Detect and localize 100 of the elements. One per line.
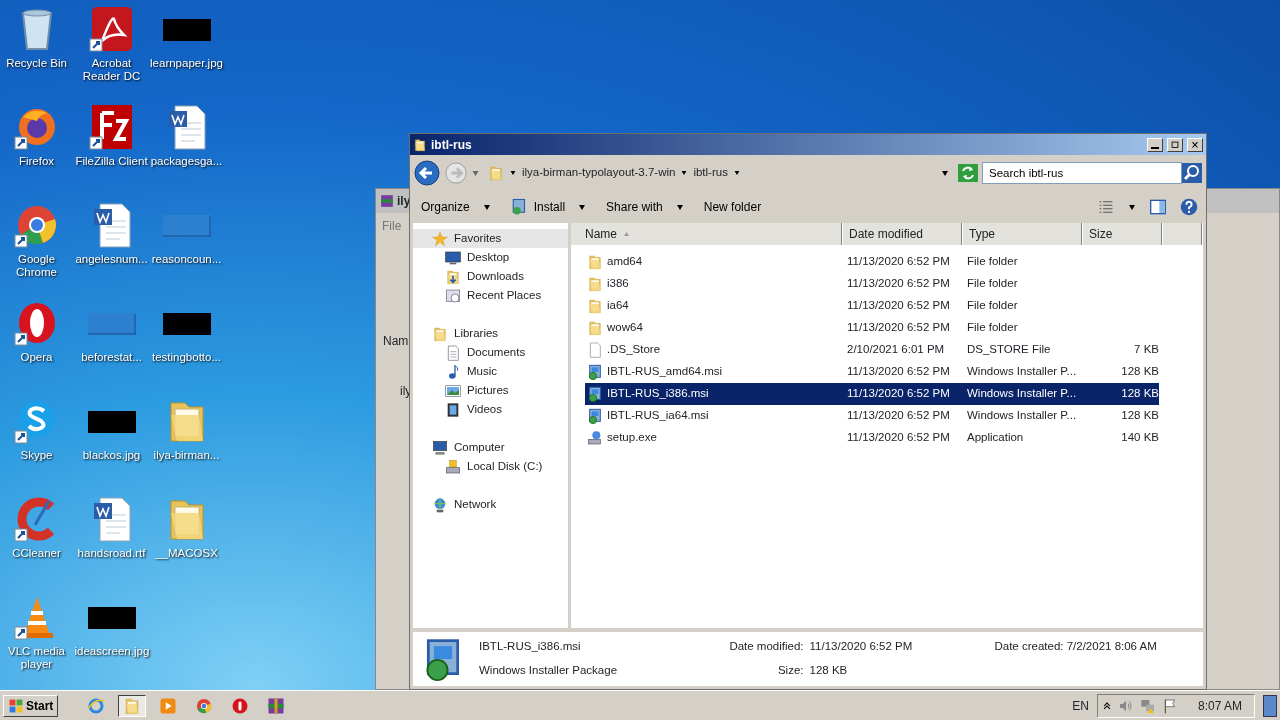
archive-app-icon: [267, 696, 286, 715]
windows-logo-icon: [8, 698, 24, 713]
file-row[interactable]: IBTL-RUS_amd64.msi 11/13/2020 6:52 PM Windows Installer P... 128 KB: [585, 361, 1159, 383]
type-cell-text: File folder: [966, 298, 1019, 314]
column-header[interactable]: Nam: [383, 334, 409, 348]
file-name: IBTL-RUS_i386.msi: [479, 639, 582, 655]
computer-icon: [432, 439, 448, 456]
type-cell-text: File folder: [966, 320, 1019, 336]
desktop-icon-label[interactable]: Recycle Bin: [0, 57, 74, 70]
search-field[interactable]: Search ibtl-rus: [982, 162, 1182, 184]
file-name: setup.exe: [607, 430, 657, 446]
field-label: Size:: [776, 663, 804, 679]
toolbar-button[interactable]: Install: [507, 196, 590, 218]
date-cell-text: 11/13/2020 6:52 PM: [846, 408, 951, 424]
caret-icon: [472, 170, 479, 176]
browser-app-icon: [195, 696, 214, 715]
nav-group-item[interactable]: Favorites: [413, 229, 568, 248]
installer-icon: [587, 408, 603, 424]
file-name: amd64: [607, 254, 643, 270]
desktop-icon-label[interactable]: learnpaper.jpg: [149, 57, 224, 70]
window-title: ibtl-rus: [431, 136, 472, 154]
monitor-icon: [445, 249, 461, 266]
file-row[interactable]: IBTL-RUS_ia64.msi 11/13/2020 6:52 PM Windows Installer P... 128 KB: [585, 405, 1159, 427]
size-cell-text: 7 KB: [1133, 342, 1159, 358]
file-row[interactable]: .DS_Store 2/10/2021 6:01 PM DS_STORE File 7 KB: [585, 339, 1159, 361]
file-row[interactable]: i386 11/13/2020 6:52 PM File folder: [585, 273, 1159, 295]
nav-item[interactable]: Music: [413, 362, 568, 381]
picture-icon: [445, 382, 461, 399]
globe-icon: [432, 496, 448, 513]
refresh-button[interactable]: [958, 164, 978, 182]
file-name: IBTL-RUS_amd64.msi: [607, 364, 723, 380]
desktop-icon-label[interactable]: Acrobat Reader DC: [74, 57, 149, 83]
desktop-icon-label[interactable]: Google Chrome: [0, 253, 74, 279]
column-header[interactable]: Date modified: [843, 223, 963, 245]
desktop-icon-label[interactable]: packagesga...: [149, 155, 224, 168]
letter-o-icon: [231, 696, 250, 715]
start-button[interactable]: Start: [3, 694, 59, 717]
media-player-icon: [159, 696, 178, 715]
desktop-icon-label[interactable]: FileZilla Client: [74, 155, 149, 168]
nav-group-item[interactable]: Network: [413, 495, 568, 514]
folder-icon: [445, 268, 461, 285]
date-cell-text: 11/13/2020 6:52 PM: [846, 276, 951, 292]
nav-item[interactable]: Local Disk (C:): [413, 457, 568, 476]
date-cell-text: 11/13/2020 6:52 PM: [846, 298, 951, 314]
date-cell-text: 11/13/2020 6:52 PM: [846, 430, 951, 446]
nav-item[interactable]: Recent Places: [413, 286, 568, 305]
field-text: Date created: 7/2/2021 8:06 AM: [994, 639, 1158, 655]
toolbar-button[interactable]: Organize: [418, 196, 494, 218]
installer-icon: [587, 364, 603, 380]
show-desktop-button[interactable]: [1263, 694, 1277, 717]
caret-icon: [733, 171, 740, 175]
view-list-icon: [1098, 200, 1114, 214]
size-cell-text: 128 KB: [1120, 386, 1159, 402]
star-icon: [432, 230, 448, 247]
file-row[interactable]: wow64 11/13/2020 6:52 PM File folder: [585, 317, 1159, 339]
folder-icon: [587, 320, 603, 336]
breadcrumb-item[interactable]: ibtl-rus: [693, 164, 728, 182]
nav-item[interactable]: Pictures: [413, 381, 568, 400]
column-header[interactable]: Type: [963, 223, 1083, 245]
breadcrumb-item[interactable]: ilya-birman-typolayout-3.7-win: [522, 164, 676, 182]
language-indicator[interactable]: EN: [1072, 696, 1089, 715]
sort-arrow-icon: [623, 232, 630, 236]
desktop-icon-label[interactable]: angelesnum...: [74, 253, 149, 266]
back-button[interactable]: [414, 160, 440, 186]
caret-icon: [510, 171, 516, 175]
close-button[interactable]: [1187, 137, 1203, 152]
file-row[interactable]: ia64 11/13/2020 6:52 PM File folder: [585, 295, 1159, 317]
file-row[interactable]: IBTL-RUS_i386.msi 11/13/2020 6:52 PM Windows Installer P... 128 KB: [585, 383, 1159, 405]
nav-group-item[interactable]: Libraries: [413, 324, 568, 343]
file-row[interactable]: setup.exe 11/13/2020 6:52 PM Application 140 KB: [585, 427, 1159, 449]
column-header[interactable]: Size: [1083, 223, 1163, 245]
file-type: Windows Installer Package: [479, 663, 619, 679]
nav-group-item[interactable]: Computer: [413, 438, 568, 457]
folder-icon: [488, 165, 504, 181]
column-header[interactable]: Name: [571, 223, 843, 245]
desktop-icon-label[interactable]: reasoncoun...: [149, 253, 224, 266]
installer-icon: [587, 386, 603, 402]
date-cell-text: 11/13/2020 6:52 PM: [846, 254, 951, 270]
blank-file-icon: [587, 342, 603, 358]
desktop-icon-label[interactable]: Firefox: [0, 155, 74, 168]
taskbar-app-button[interactable]: [118, 694, 147, 717]
field-value: 11/13/2020 6:52 PM: [809, 639, 914, 655]
search-button[interactable]: [1182, 163, 1202, 183]
maximize-icon: [1170, 139, 1180, 150]
file-name: i386: [607, 276, 629, 292]
nav-item[interactable]: Documents: [413, 343, 568, 362]
minimize-button[interactable]: [1147, 137, 1163, 152]
toolbar-button[interactable]: Share with: [603, 196, 687, 218]
file-row[interactable]: amd64 11/13/2020 6:52 PM File folder: [585, 251, 1159, 273]
nav-item[interactable]: Desktop: [413, 248, 568, 267]
network-icon: [1139, 697, 1156, 714]
browser-app-icon: [87, 696, 106, 715]
maximize-button[interactable]: [1167, 137, 1183, 152]
type-cell-text: File folder: [966, 276, 1019, 292]
help-icon: [1180, 198, 1198, 216]
file-name: IBTL-RUS_ia64.msi: [607, 408, 709, 424]
nav-item[interactable]: Videos: [413, 400, 568, 419]
nav-item[interactable]: Downloads: [413, 267, 568, 286]
toolbar-button[interactable]: New folder: [700, 196, 765, 218]
archive-app-icon: [380, 194, 394, 208]
